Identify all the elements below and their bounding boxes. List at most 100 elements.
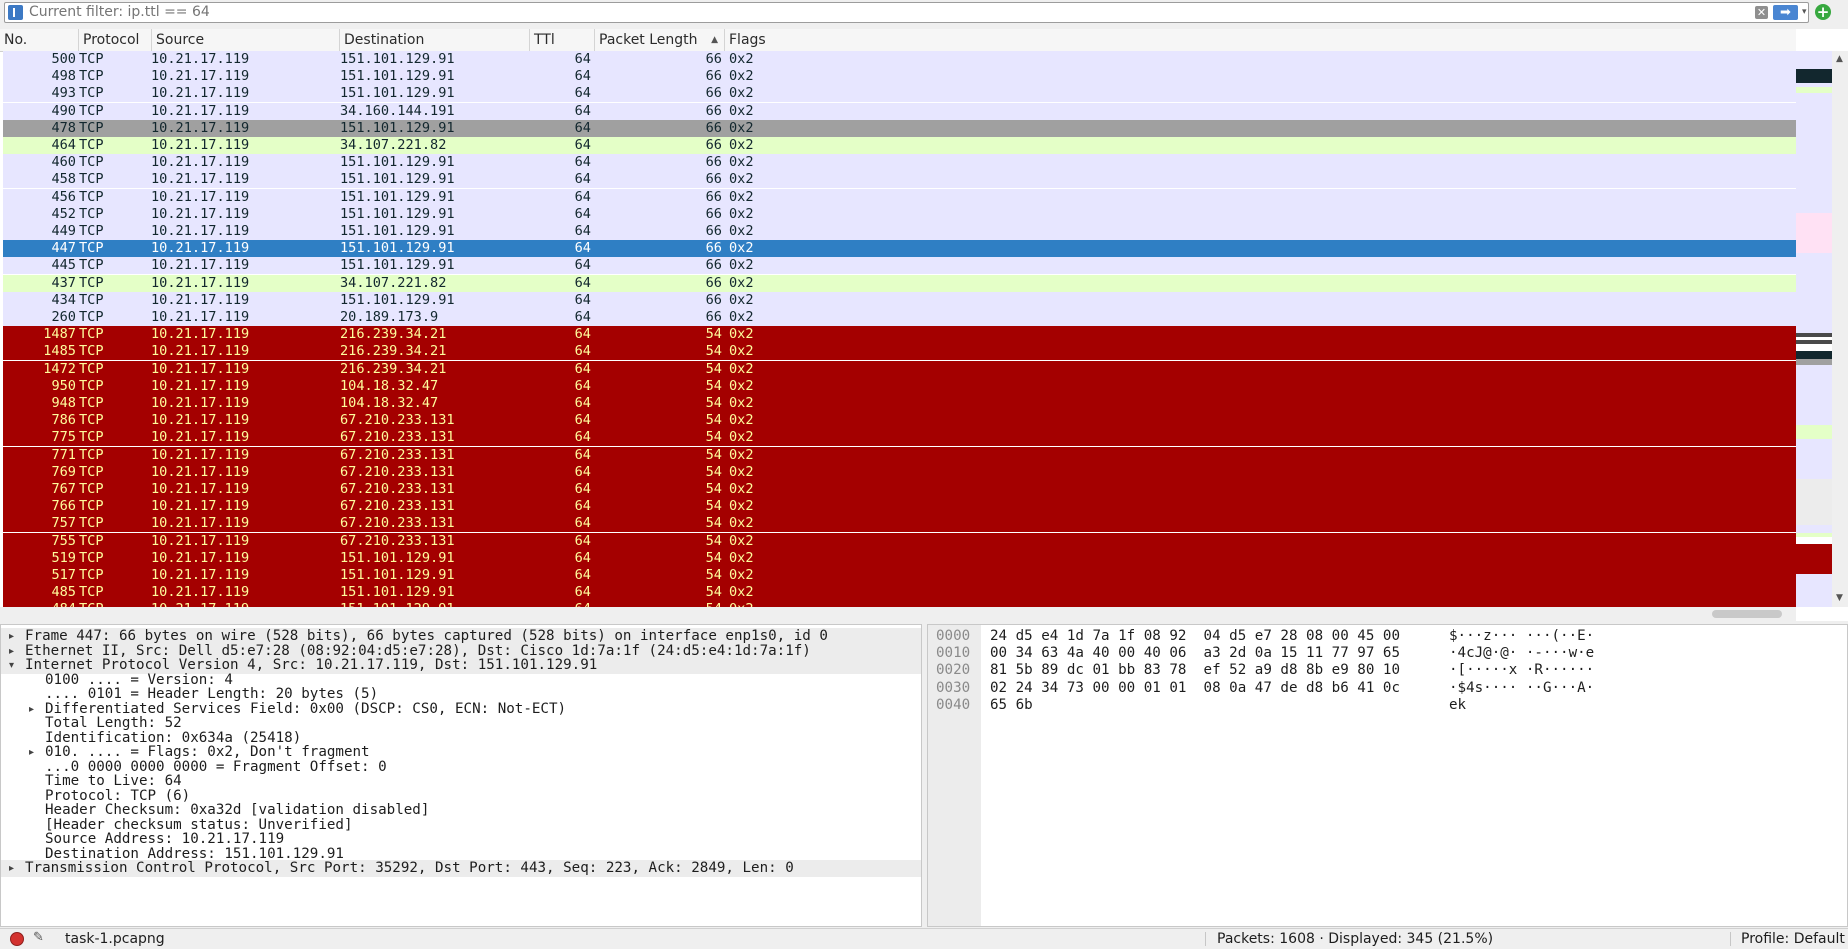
packet-row[interactable]: 456 TCP 10.21.17.119 151.101.129.91 64 66 0x2	[3, 188, 1796, 206]
cell-source: 10.21.17.119	[151, 532, 250, 549]
tree-collapsed-icon[interactable]: ▸	[9, 860, 14, 877]
packet-row[interactable]: 517 TCP 10.21.17.119 151.101.129.91 64 54 0x2	[3, 567, 1796, 584]
packet-row[interactable]: 460 TCP 10.21.17.119 151.101.129.91 64 66 0x2	[3, 154, 1796, 172]
cell-packet-length: 54	[705, 549, 722, 566]
packet-details-pane: ▸ Frame 447: 66 bytes on wire (528 bits),…	[0, 624, 922, 927]
packet-row[interactable]: 478 TCP 10.21.17.119 151.101.129.91 64 66 0x2	[3, 119, 1796, 137]
byte-offset[interactable]: 0010	[936, 645, 970, 662]
packet-minimap[interactable]	[1796, 51, 1832, 607]
add-filter-button-icon[interactable]: +	[1815, 4, 1831, 20]
packet-row[interactable]: 449 TCP 10.21.17.119 151.101.129.91 64 66 0x2	[3, 223, 1796, 240]
ascii-bytes[interactable]: ek	[1449, 697, 1466, 714]
packet-row[interactable]: 464 TCP 10.21.17.119 34.107.221.82 64 66 0x2	[3, 137, 1796, 154]
packet-row[interactable]: 437 TCP 10.21.17.119 34.107.221.82 64 66 0x2	[3, 274, 1796, 292]
cell-no: 260	[51, 309, 76, 325]
cell-ttl: 64	[574, 68, 591, 85]
cell-ttl: 64	[574, 463, 591, 480]
packet-row[interactable]: 757 TCP 10.21.17.119 67.210.233.131 64 54 0x2	[3, 515, 1796, 533]
expert-info-icon[interactable]	[10, 932, 24, 946]
profile-switcher[interactable]: Profile: Default	[1741, 929, 1845, 949]
packet-row[interactable]: 767 TCP 10.21.17.119 67.210.233.131 64 54 0x2	[3, 481, 1796, 498]
packet-row[interactable]: 458 TCP 10.21.17.119 151.101.129.91 64 66 0x2	[3, 171, 1796, 189]
byte-offset[interactable]: 0020	[936, 662, 970, 679]
packet-row[interactable]: 452 TCP 10.21.17.119 151.101.129.91 64 66 0x2	[3, 205, 1796, 223]
cell-packet-length: 66	[705, 223, 722, 239]
column-header-source[interactable]: Source	[152, 29, 340, 51]
cell-source: 10.21.17.119	[151, 309, 250, 325]
packet-row[interactable]: 1485 TCP 10.21.17.119 216.239.34.21 64 54 0x2	[3, 343, 1796, 361]
packet-row[interactable]: 769 TCP 10.21.17.119 67.210.233.131 64 54 0x2	[3, 463, 1796, 481]
packet-row[interactable]: 434 TCP 10.21.17.119 151.101.129.91 64 66 0x2	[3, 291, 1796, 309]
display-filter-field[interactable]: ✕ ➡ ▾	[4, 2, 1809, 23]
column-header-ttl[interactable]: TTl	[530, 29, 595, 51]
column-header-flags[interactable]: Flags	[725, 29, 1796, 51]
hex-bytes[interactable]: 00 34 63 4a 40 00 40 06 a3 2d 0a 15 11 7…	[990, 645, 1400, 662]
packet-list-horizontal-scrollbar[interactable]	[0, 607, 1796, 621]
packet-row[interactable]: 950 TCP 10.21.17.119 104.18.32.47 64 54 0x2	[3, 377, 1796, 395]
horizontal-scroll-thumb[interactable]	[1712, 610, 1782, 618]
cell-packet-length: 66	[705, 205, 722, 222]
cell-packet-length: 54	[705, 343, 722, 360]
cell-no: 485	[51, 584, 76, 601]
packet-row[interactable]: 519 TCP 10.21.17.119 151.101.129.91 64 54 0x2	[3, 549, 1796, 567]
packet-row[interactable]: 771 TCP 10.21.17.119 67.210.233.131 64 54 0x2	[3, 446, 1796, 464]
column-header-protocol[interactable]: Protocol	[79, 29, 152, 51]
cell-flags: 0x2	[729, 51, 754, 67]
hex-bytes[interactable]: 81 5b 89 dc 01 bb 83 78 ef 52 a9 d8 8b e…	[990, 662, 1400, 679]
cell-no: 464	[51, 137, 76, 153]
packet-row[interactable]: 500 TCP 10.21.17.119 151.101.129.91 64 66 0x2	[3, 51, 1796, 68]
packet-row[interactable]: 490 TCP 10.21.17.119 34.160.144.191 64 66 0x2	[3, 102, 1796, 120]
scroll-down-icon[interactable]: ▼	[1836, 593, 1843, 603]
cell-source: 10.21.17.119	[151, 223, 250, 239]
display-filter-input[interactable]	[29, 3, 1749, 22]
cell-packet-length: 66	[705, 188, 722, 205]
detail-tree-item[interactable]: ▸ Transmission Control Protocol, Src Port…	[1, 860, 921, 877]
packet-row[interactable]: 755 TCP 10.21.17.119 67.210.233.131 64 54 0x2	[3, 532, 1796, 550]
cell-flags: 0x2	[729, 343, 754, 360]
ascii-bytes[interactable]: ·$4s···· ··G···A·	[1449, 680, 1594, 697]
packet-row[interactable]: 498 TCP 10.21.17.119 151.101.129.91 64 66 0x2	[3, 68, 1796, 86]
apply-filter-icon[interactable]: ➡	[1773, 5, 1798, 20]
packet-row[interactable]: 485 TCP 10.21.17.119 151.101.129.91 64 54 0x2	[3, 584, 1796, 602]
packet-row[interactable]: 447 TCP 10.21.17.119 151.101.129.91 64 66 0x2	[3, 240, 1796, 258]
cell-destination: 67.210.233.131	[340, 498, 455, 515]
clear-filter-icon[interactable]: ✕	[1755, 6, 1768, 19]
packet-row[interactable]: 948 TCP 10.21.17.119 104.18.32.47 64 54 0x2	[3, 395, 1796, 412]
scroll-up-icon[interactable]: ▲	[1836, 54, 1843, 64]
byte-offset[interactable]: 0040	[936, 697, 970, 714]
column-header-no[interactable]: No.	[0, 29, 79, 51]
recent-filters-dropdown-icon[interactable]: ▾	[1802, 8, 1810, 17]
packet-row[interactable]: 1472 TCP 10.21.17.119 216.239.34.21 64 54 0x2	[3, 360, 1796, 378]
cell-ttl: 64	[574, 549, 591, 566]
packet-row[interactable]: 766 TCP 10.21.17.119 67.210.233.131 64 54 0x2	[3, 498, 1796, 516]
cell-flags: 0x2	[729, 395, 754, 411]
hex-bytes[interactable]: 24 d5 e4 1d 7a 1f 08 92 04 d5 e7 28 08 0…	[990, 628, 1400, 645]
hex-bytes[interactable]: 65 6b	[990, 697, 1033, 714]
cell-protocol: TCP	[79, 205, 104, 222]
filter-bookmark-icon[interactable]	[8, 5, 23, 20]
cell-source: 10.21.17.119	[151, 154, 250, 171]
ascii-bytes[interactable]: ·4cJ@·@· ·-···w·e	[1449, 645, 1594, 662]
cell-no: 490	[51, 102, 76, 119]
cell-destination: 67.210.233.131	[340, 429, 455, 446]
packet-row[interactable]: 445 TCP 10.21.17.119 151.101.129.91 64 66 0x2	[3, 257, 1796, 275]
column-header-packet-length[interactable]: Packet Length ▲	[595, 29, 725, 51]
ascii-bytes[interactable]: $···z··· ···(··E·	[1449, 628, 1594, 645]
cell-protocol: TCP	[79, 137, 104, 153]
column-header-destination[interactable]: Destination	[340, 29, 530, 51]
cell-packet-length: 66	[705, 119, 722, 136]
byte-offset[interactable]: 0000	[936, 628, 970, 645]
ascii-bytes[interactable]: ·[·····x ·R······	[1449, 662, 1594, 679]
packet-list-vertical-scrollbar[interactable]: ▲ ▼	[1832, 51, 1848, 607]
capture-comment-icon[interactable]: ✎	[33, 931, 47, 945]
cell-packet-length: 54	[705, 567, 722, 583]
packet-row[interactable]: 493 TCP 10.21.17.119 151.101.129.91 64 66 0x2	[3, 85, 1796, 103]
packet-row[interactable]: 775 TCP 10.21.17.119 67.210.233.131 64 54 0x2	[3, 429, 1796, 447]
hex-bytes[interactable]: 02 24 34 73 00 00 01 01 08 0a 47 de d8 b…	[990, 680, 1400, 697]
packet-row[interactable]: 260 TCP 10.21.17.119 20.189.173.9 64 66 0x2	[3, 309, 1796, 326]
cell-ttl: 64	[574, 395, 591, 411]
packet-row[interactable]: 1487 TCP 10.21.17.119 216.239.34.21 64 54 0x2	[3, 326, 1796, 344]
packet-row[interactable]: 786 TCP 10.21.17.119 67.210.233.131 64 54 0x2	[3, 412, 1796, 430]
cell-destination: 20.189.173.9	[340, 309, 439, 325]
byte-offset[interactable]: 0030	[936, 680, 970, 697]
